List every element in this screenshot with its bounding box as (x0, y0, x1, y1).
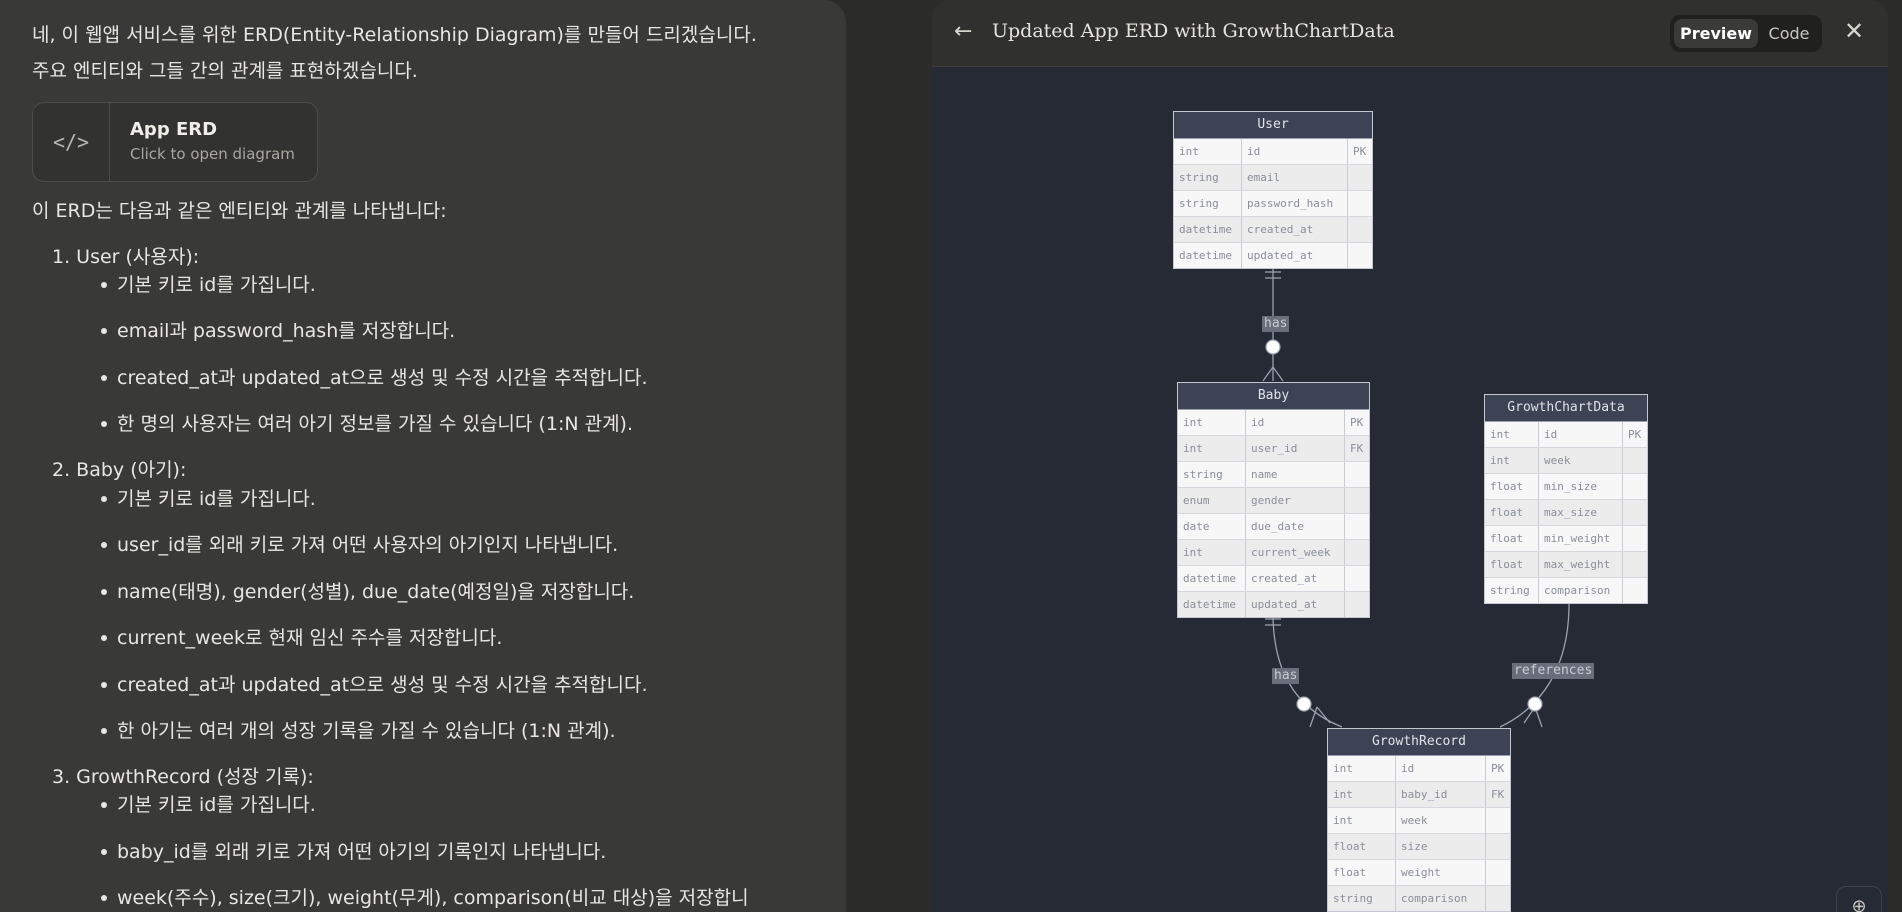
view-toggle: Preview Code (1670, 15, 1822, 52)
table-row: float min_weight (1485, 526, 1647, 552)
entity-user[interactable]: User int id PK string email string password_… (1173, 111, 1373, 269)
table-row: date due_date (1178, 514, 1369, 540)
section-heading: 2. Baby (아기): (52, 459, 187, 481)
entity-title: Baby (1178, 383, 1369, 410)
table-row: datetime updated_at (1174, 243, 1372, 268)
table-row: float size (1328, 834, 1510, 860)
artifact-title: App ERD (130, 119, 218, 140)
entity-title: GrowthRecord (1328, 729, 1510, 756)
table-row: string comparison (1485, 578, 1647, 603)
table-row: float max_weight (1485, 552, 1647, 578)
table-row: string name (1178, 462, 1369, 488)
list-item: 한 명의 사용자는 여러 아기 정보를 가질 수 있습니다 (1:N 관계). (117, 413, 634, 435)
table-row: int baby_id FK (1328, 782, 1510, 808)
table-row: datetime created_at (1174, 217, 1372, 243)
list-item: current_week로 현재 임신 주수를 저장합니다. (117, 627, 503, 649)
table-row: int id PK (1178, 410, 1369, 436)
table-row: string email (1174, 165, 1372, 191)
chat-message: 네, 이 웹앱 서비스를 위한 ERD(Entity-Relationship … (0, 0, 846, 912)
relation-marker (1265, 339, 1281, 355)
bullet-dot (101, 282, 107, 288)
relation-label-baby-record: has (1272, 668, 1300, 684)
relation-label-user-baby: has (1262, 316, 1290, 332)
bullet-dot (101, 895, 107, 901)
table-row: datetime created_at (1178, 566, 1369, 592)
list-item: name(태명), gender(성별), due_date(예정일)을 저장합… (117, 581, 635, 603)
table-row: string comparison (1328, 886, 1510, 911)
table-row: int user_id FK (1178, 436, 1369, 462)
section-heading: 3. GrowthRecord (성장 기록): (52, 766, 314, 788)
panel-header: ← Updated App ERD with GrowthChartData P… (932, 0, 1888, 67)
entity-baby[interactable]: Baby int id PK int user_id FK string name enu… (1177, 382, 1370, 618)
panel-title: Updated App ERD with GrowthChartData (992, 20, 1395, 42)
entity-title: User (1174, 112, 1372, 139)
bullet-dot (101, 728, 107, 734)
table-row: int id PK (1328, 756, 1510, 782)
bullet-dot (101, 421, 107, 427)
list-item: created_at과 updated_at으로 생성 및 수정 시간을 추적합… (117, 367, 648, 389)
relation-marker (1527, 696, 1543, 712)
table-row: float max_size (1485, 500, 1647, 526)
artifact-subtitle: Click to open diagram (130, 145, 295, 163)
table-row: string password_hash (1174, 191, 1372, 217)
bullet-dot (101, 375, 107, 381)
table-row: int id PK (1174, 139, 1372, 165)
section-heading: 1. User (사용자): (52, 246, 200, 268)
relation-label-chart-record: references (1512, 663, 1595, 679)
table-row: int current_week (1178, 540, 1369, 566)
bullet-dot (101, 635, 107, 641)
relation-marker (1296, 696, 1312, 712)
list-item: user_id를 외래 키로 가져 어떤 사용자의 아기인지 나타냅니다. (117, 534, 619, 556)
table-row: float min_size (1485, 474, 1647, 500)
bullet-dot (101, 496, 107, 502)
summary-text: 이 ERD는 다음과 같은 엔티티와 관계를 나타냅니다: (32, 200, 447, 222)
list-item: 기본 키로 id를 가집니다. (117, 794, 316, 816)
bullet-dot (101, 802, 107, 808)
bullet-dot (101, 328, 107, 334)
bullet-dot (101, 849, 107, 855)
entity-growth-record[interactable]: GrowthRecord int id PK int baby_id FK int wee… (1327, 728, 1511, 912)
list-item: baby_id를 외래 키로 가져 어떤 아기의 기록인지 나타냅니다. (117, 841, 607, 863)
arrow-left-icon[interactable]: ← (954, 18, 972, 46)
table-row: datetime updated_at (1178, 592, 1369, 617)
list-item: created_at과 updated_at으로 생성 및 수정 시간을 추적합… (117, 674, 648, 696)
bullet-dot (101, 682, 107, 688)
table-row: int week (1328, 808, 1510, 834)
list-item: 기본 키로 id를 가집니다. (117, 274, 316, 296)
diagram-canvas[interactable]: has has references User int id PK string em… (932, 67, 1888, 912)
tab-preview[interactable]: Preview (1674, 19, 1758, 48)
table-row: int week (1485, 448, 1647, 474)
list-item: 기본 키로 id를 가집니다. (117, 488, 316, 510)
table-row: float weight (1328, 860, 1510, 886)
entity-growth-chart-data[interactable]: GrowthChartData int id PK int week float min… (1484, 394, 1648, 604)
artifact-card[interactable]: </> App ERD Click to open diagram (32, 102, 318, 182)
list-item: 한 아기는 여러 개의 성장 기록을 가질 수 있습니다 (1:N 관계). (117, 720, 616, 742)
list-item: email과 password_hash를 저장합니다. (117, 320, 456, 342)
artifact-panel: ← Updated App ERD with GrowthChartData P… (932, 0, 1888, 912)
close-icon[interactable]: ✕ (1844, 16, 1864, 46)
table-row: int id PK (1485, 422, 1647, 448)
intro-line-2: 주요 엔티티와 그들 간의 관계를 표현하겠습니다. (32, 60, 418, 82)
bullet-dot (101, 589, 107, 595)
tab-code[interactable]: Code (1760, 19, 1818, 48)
entity-title: GrowthChartData (1485, 395, 1647, 422)
zoom-in-icon[interactable]: ⊕ (1836, 886, 1882, 912)
intro-line-1: 네, 이 웹앱 서비스를 위한 ERD(Entity-Relationship … (32, 24, 757, 46)
code-icon: </> (33, 103, 110, 181)
bullet-dot (101, 542, 107, 548)
table-row: enum gender (1178, 488, 1369, 514)
list-item: week(주수), size(크기), weight(무게), comparis… (117, 887, 749, 909)
